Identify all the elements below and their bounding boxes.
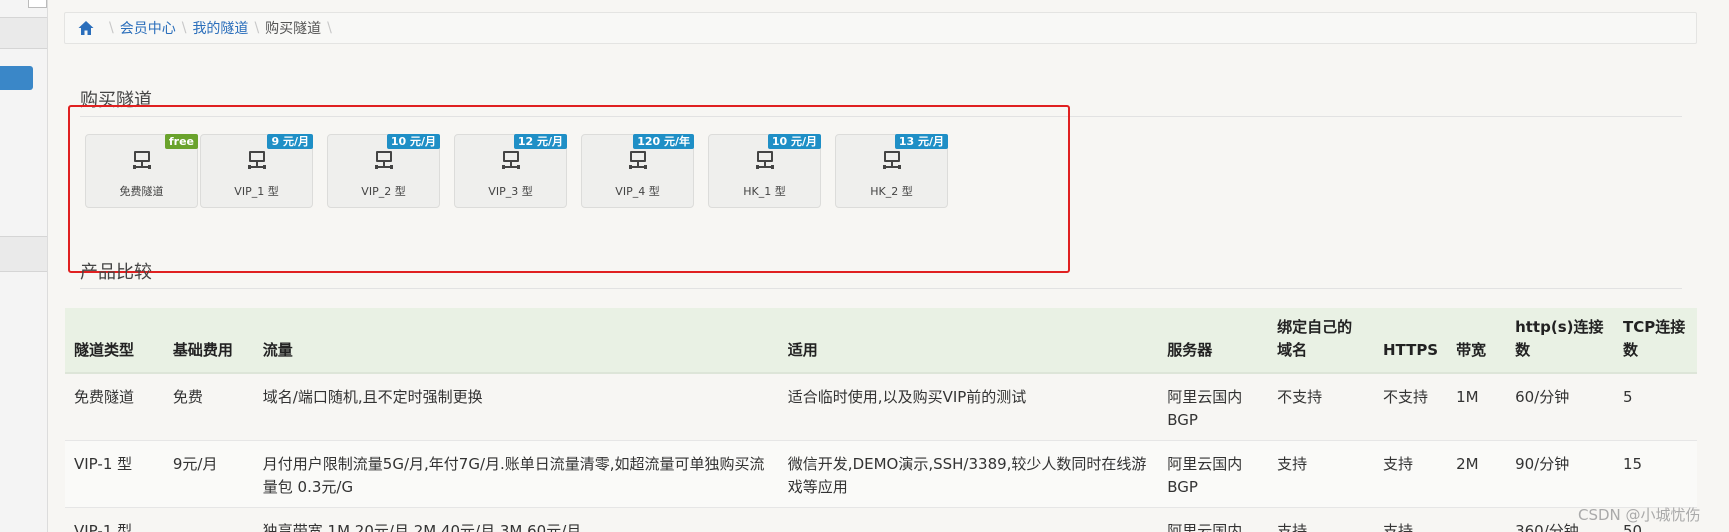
table-cell: 90/分钟 xyxy=(1506,440,1614,508)
table-cell: 独享带宽 1M 20元/月 2M 40元/月 3M 60元/月 xyxy=(253,507,779,532)
breadcrumb-separator: \ xyxy=(327,20,332,36)
table-header-row: 隧道类型 基础费用 流量 适用 服务器 绑定自己的域名 HTTPS 带宽 htt… xyxy=(65,308,1697,374)
header-custom-domain: 绑定自己的域名 xyxy=(1268,308,1374,374)
table-row: 免费隧道 免费 域名/端口随机,且不定时强制更换 适合临时使用,以及购买VIP前… xyxy=(65,373,1697,441)
annotation-highlight-box xyxy=(68,105,1070,273)
header-base-fee: 基础费用 xyxy=(163,308,254,374)
comparison-table: 隧道类型 基础费用 流量 适用 服务器 绑定自己的域名 HTTPS 带宽 htt… xyxy=(65,308,1697,532)
sidebar-toggle[interactable] xyxy=(28,0,47,8)
sidebar-item[interactable] xyxy=(0,236,47,272)
breadcrumb-separator: \ xyxy=(109,20,114,36)
header-https: HTTPS xyxy=(1373,308,1448,374)
table-cell: 1M xyxy=(1447,373,1507,441)
watermark: CSDN @小城忧伤 xyxy=(1578,506,1701,524)
header-traffic: 流量 xyxy=(253,308,779,374)
table-cell xyxy=(163,507,254,532)
table-cell: VIP-1 型 xyxy=(65,440,164,508)
table-cell xyxy=(1447,507,1507,532)
table-cell: 支持 xyxy=(1373,507,1448,532)
breadcrumb-separator: \ xyxy=(254,20,260,36)
header-bandwidth: 带宽 xyxy=(1447,308,1507,374)
table-cell: 微信开发,DEMO演示,SSH/3389,较少人数同时在线游戏等应用 xyxy=(778,440,1159,508)
sidebar-item-active[interactable] xyxy=(0,66,33,90)
table-cell: 阿里云国内 xyxy=(1158,507,1269,532)
table-cell: 不支持 xyxy=(1268,373,1374,441)
table-cell: 60/分钟 xyxy=(1506,373,1614,441)
table-cell: 域名/端口随机,且不定时强制更换 xyxy=(253,373,779,441)
table-cell: 适合临时使用,以及购买VIP前的测试 xyxy=(778,373,1159,441)
table-cell: 2M xyxy=(1447,440,1507,508)
table-cell: VIP-1 型 xyxy=(65,507,164,532)
table-cell: 支持 xyxy=(1268,440,1374,508)
home-icon[interactable] xyxy=(77,19,95,37)
table-cell: 免费隧道 xyxy=(65,373,164,441)
table-cell: 阿里云国内BGP xyxy=(1158,373,1269,441)
divider xyxy=(80,288,1682,289)
left-sidebar xyxy=(0,0,48,532)
table-cell: 不支持 xyxy=(1373,373,1448,441)
table-cell: 免费 xyxy=(163,373,254,441)
table-row: VIP-1 型 独享带宽 1M 20元/月 2M 40元/月 3M 60元/月 … xyxy=(65,507,1697,532)
breadcrumb-buy-tunnel: 购买隧道 xyxy=(265,21,322,37)
table-cell: 9元/月 xyxy=(163,440,254,508)
table-cell: 支持 xyxy=(1268,507,1374,532)
table-cell xyxy=(778,507,1159,532)
table-cell: 阿里云国内BGP xyxy=(1158,440,1269,508)
header-usage: 适用 xyxy=(778,308,1159,374)
header-server: 服务器 xyxy=(1158,308,1269,374)
header-tunnel-type: 隧道类型 xyxy=(65,308,164,374)
header-tcp-connections: TCP连接数 xyxy=(1614,308,1697,374)
header-http-connections: http(s)连接数 xyxy=(1506,308,1614,374)
breadcrumb-member-center[interactable]: 会员中心 xyxy=(120,18,176,38)
breadcrumb: \ 会员中心 \ 我的隧道 \ 购买隧道 \ xyxy=(64,12,1697,44)
table-cell: 5 xyxy=(1614,373,1697,441)
table-cell: 月付用户限制流量5G/月,年付7G/月.账单日流量清零,如超流量可单独购买流量包… xyxy=(253,440,779,508)
main-content: \ 会员中心 \ 我的隧道 \ 购买隧道 \ 购买隧道 free 免费隧道 9 … xyxy=(48,0,1729,532)
table-cell: 15 xyxy=(1614,440,1697,508)
product-compare-title: 产品比较 xyxy=(80,262,152,283)
breadcrumb-my-tunnels[interactable]: 我的隧道 xyxy=(192,18,248,38)
table-row: VIP-1 型 9元/月 月付用户限制流量5G/月,年付7G/月.账单日流量清零… xyxy=(65,440,1697,508)
breadcrumb-separator: \ xyxy=(181,20,187,36)
table-cell: 支持 xyxy=(1373,440,1448,508)
sidebar-item[interactable] xyxy=(0,17,47,49)
